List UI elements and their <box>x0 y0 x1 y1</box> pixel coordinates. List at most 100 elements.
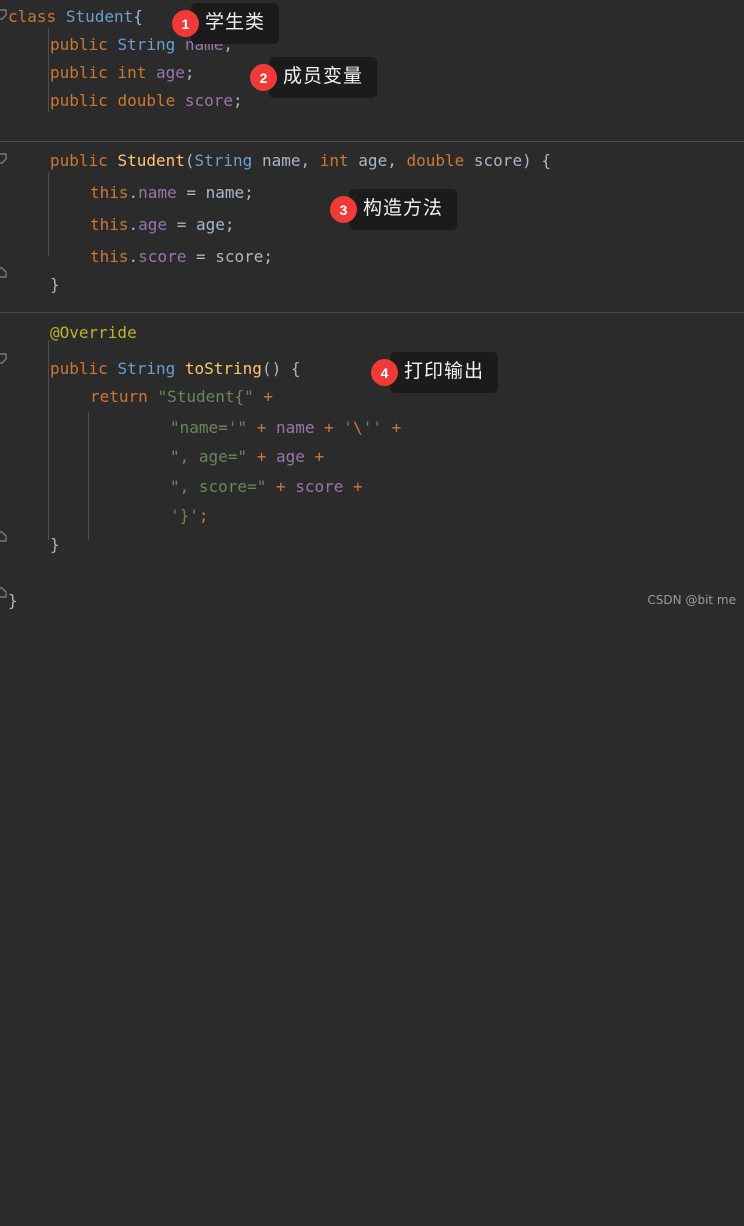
fold-end-marker-icon[interactable] <box>0 585 8 598</box>
code-line[interactable]: public String toString() { <box>50 355 300 383</box>
token-dot: . <box>128 215 139 234</box>
code-line[interactable]: } <box>50 271 60 299</box>
code-line[interactable]: return "Student{" + <box>90 383 273 411</box>
code-line[interactable]: } <box>8 587 18 615</box>
token-keyword: public <box>50 91 108 110</box>
token-method-name: toString <box>184 359 262 378</box>
token-string: "Student{" <box>157 387 254 406</box>
token-keyword: return <box>90 387 148 406</box>
token-brace: } <box>179 506 190 525</box>
token-semicolon: ; <box>184 63 195 82</box>
token-semicolon: ; <box>233 91 243 110</box>
token-this: this <box>90 215 129 234</box>
token-value: score <box>215 247 264 266</box>
token-field: name <box>138 183 177 202</box>
annotation-badge-2[interactable]: 2 <box>250 64 277 91</box>
token-variable: score <box>295 477 344 496</box>
fold-end-marker-icon[interactable] <box>0 265 8 278</box>
token-string: ", score=" <box>170 477 267 496</box>
token-keyword: public <box>50 359 108 378</box>
token-tail: () { <box>261 359 301 378</box>
code-line[interactable]: this.age = age; <box>90 211 235 239</box>
token-type: double <box>117 91 176 110</box>
token-field: score <box>138 247 187 266</box>
annotation-callout-2[interactable]: 2 成员变量 <box>250 57 378 98</box>
annotation-callout-4[interactable]: 4 打印输出 <box>371 352 499 393</box>
token-comma: , <box>300 151 320 170</box>
token-value: name <box>205 183 245 202</box>
token-plus: + <box>314 418 344 437</box>
token-semicolon: ; <box>198 506 209 525</box>
token-string: ", age=" <box>170 447 248 466</box>
token-plus: + <box>266 477 296 496</box>
token-escape: \ <box>353 418 363 437</box>
code-line[interactable]: @Override <box>50 319 137 347</box>
token-type: String <box>194 151 253 170</box>
code-line[interactable]: this.name = name; <box>90 179 254 207</box>
token-variable: name <box>275 418 315 437</box>
token-equals: = <box>167 215 196 234</box>
code-line[interactable]: public double score; <box>50 87 243 115</box>
token-plus: + <box>253 387 274 406</box>
code-line[interactable]: '}'; <box>170 502 209 530</box>
code-line[interactable]: "name='" + name + '\'' + <box>170 414 401 442</box>
code-line[interactable]: ", age=" + age + <box>170 443 324 471</box>
fold-marker-icon[interactable] <box>0 353 8 366</box>
token-annotation: @Override <box>50 323 137 342</box>
annotation-badge-3[interactable]: 3 <box>330 196 357 223</box>
token-param: score <box>473 151 523 170</box>
token-field: age <box>138 215 168 234</box>
token-dot: . <box>128 183 139 202</box>
token-plus: + <box>247 447 276 466</box>
token-equals: = <box>186 247 216 266</box>
token-type: int <box>319 151 349 170</box>
fold-marker-icon[interactable] <box>0 9 8 22</box>
token-constructor-name: Student <box>117 151 185 170</box>
token-brace: { <box>133 7 143 26</box>
annotation-label-2: 成员变量 <box>260 57 378 98</box>
token-paren-close: ) { <box>522 151 551 170</box>
annotation-label-3: 构造方法 <box>340 189 458 230</box>
token-plus: + <box>304 447 325 466</box>
token-semicolon: ; <box>244 183 254 202</box>
token-field: age <box>155 63 185 82</box>
token-keyword: public <box>50 151 108 170</box>
source-code[interactable]: class Student{ public String name; publi… <box>0 0 744 1226</box>
watermark: CSDN @bit me <box>647 593 736 607</box>
fold-end-marker-icon[interactable] <box>0 529 8 542</box>
token-plus: + <box>343 477 363 496</box>
token-char-quote: ' <box>343 418 354 437</box>
token-type: int <box>117 63 147 82</box>
annotation-callout-1[interactable]: 1 学生类 <box>172 3 280 44</box>
token-dot: . <box>128 247 139 266</box>
token-param: age <box>358 151 388 170</box>
token-variable: age <box>275 447 305 466</box>
code-editor[interactable]: class Student{ public String name; publi… <box>0 0 744 613</box>
annotation-callout-3[interactable]: 3 构造方法 <box>330 189 458 230</box>
token-keyword: public <box>50 35 108 54</box>
annotation-label-4: 打印输出 <box>381 352 499 393</box>
annotation-badge-1[interactable]: 1 <box>172 10 199 37</box>
fold-marker-icon[interactable] <box>0 153 8 166</box>
code-line[interactable]: public Student(String name, int age, dou… <box>50 147 551 175</box>
token-value: age <box>195 215 225 234</box>
code-line[interactable]: } <box>50 531 60 559</box>
token-char-quote: ' <box>170 506 180 525</box>
annotation-badge-4[interactable]: 4 <box>371 359 398 386</box>
code-line[interactable]: public int age; <box>50 59 195 87</box>
code-line[interactable]: this.score = score; <box>90 243 273 271</box>
token-brace: } <box>50 275 60 294</box>
code-line[interactable]: ", score=" + score + <box>170 473 363 501</box>
token-plus: + <box>247 418 276 437</box>
code-line[interactable]: class Student{ <box>8 3 143 31</box>
token-this: this <box>90 247 129 266</box>
